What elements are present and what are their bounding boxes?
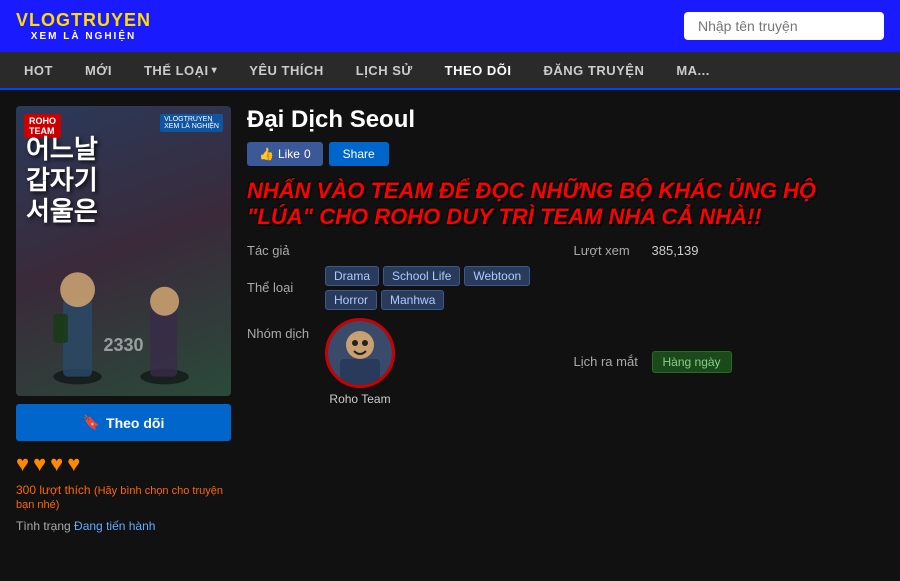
- like-count: 300 lượt thích (Hãy bình chọn cho truyện…: [16, 483, 231, 511]
- genre-manhwa[interactable]: Manhwa: [381, 290, 444, 310]
- group-avatar[interactable]: [325, 318, 395, 388]
- nav-favorites[interactable]: YÊU THÍCH: [233, 52, 340, 88]
- search-input[interactable]: [684, 12, 884, 40]
- follow-button[interactable]: 🔖 Theo dõi: [16, 404, 231, 441]
- heart-4: ♥: [67, 451, 80, 477]
- group-label: Nhóm dịch: [247, 318, 317, 341]
- group-avatar-inner: [328, 321, 392, 385]
- main-content: ROHOTEAM VLOGTRUYENXEM LÀ NGHIỆN 어느날갑자기서…: [0, 90, 900, 581]
- nav-new[interactable]: MỚI: [69, 52, 128, 88]
- nav-hot[interactable]: HOT: [8, 52, 69, 88]
- status-value: Đang tiến hành: [74, 519, 155, 533]
- heart-1: ♥: [16, 451, 29, 477]
- thumbs-up-icon: 👍: [259, 147, 274, 161]
- logo-text-sub: XEM LÀ NGHIỆN: [31, 31, 136, 42]
- like-button[interactable]: 👍 Like 0: [247, 142, 323, 166]
- cover-number: 2330: [103, 335, 143, 356]
- nav-upload[interactable]: ĐĂNG TRUYỆN: [528, 52, 661, 88]
- genre-webtoon[interactable]: Webtoon: [464, 266, 530, 286]
- nav-more[interactable]: MA...: [660, 52, 726, 88]
- release-label: Lịch ra mắt: [574, 354, 644, 369]
- share-button[interactable]: Share: [329, 142, 389, 166]
- bookmark-icon: 🔖: [83, 414, 100, 431]
- heart-2: ♥: [33, 451, 46, 477]
- views-row: Lượt xem 385,139: [574, 243, 885, 258]
- nav-follow[interactable]: THEO DÕI: [429, 52, 528, 88]
- navigation: HOT MỚI THỂ LOẠI ▾ YÊU THÍCH LỊCH SỬ THE…: [0, 52, 900, 90]
- logo-text-top: VLOGTRUYEN: [16, 10, 151, 31]
- genre-horror[interactable]: Horror: [325, 290, 377, 310]
- release-badge: Hàng ngày: [652, 351, 732, 373]
- nav-history[interactable]: LỊCH SỬ: [340, 52, 429, 88]
- genre-row: Thể loại Drama School Life Webtoon Horro…: [247, 266, 558, 310]
- author-label: Tác giả: [247, 243, 317, 258]
- cover-watermark: VLOGTRUYENXEM LÀ NGHIỆN: [160, 114, 223, 132]
- heart-3: ♥: [50, 451, 63, 477]
- details-grid: Tác giả Lượt xem 385,139 Thể loại Drama …: [247, 243, 884, 406]
- cover-title-kr: 어느날갑자기서울은: [26, 134, 98, 228]
- group-row: Nhóm dịch: [247, 318, 558, 406]
- left-panel: ROHOTEAM VLOGTRUYENXEM LÀ NGHIỆN 어느날갑자기서…: [16, 106, 231, 565]
- status-row: Tình trạng Đang tiến hành: [16, 519, 231, 533]
- genre-label: Thể loại: [247, 280, 317, 295]
- genre-school[interactable]: School Life: [383, 266, 460, 286]
- right-panel: Đại Dịch Seoul 👍 Like 0 Share NHẤN VÀO T…: [247, 106, 884, 565]
- group-info: Roho Team: [325, 318, 395, 406]
- site-logo[interactable]: VLOGTRUYEN XEM LÀ NGHIỆN: [16, 10, 151, 42]
- release-row: Lịch ra mắt Hàng ngày: [574, 318, 885, 406]
- views-label: Lượt xem: [574, 243, 644, 258]
- author-row: Tác giả: [247, 243, 558, 258]
- group-name: Roho Team: [329, 392, 390, 406]
- nav-genre[interactable]: THỂ LOẠI ▾: [128, 52, 233, 88]
- chevron-down-icon: ▾: [212, 65, 218, 76]
- hearts-container: ♥ ♥ ♥ ♥: [16, 451, 231, 477]
- genre-tags: Drama School Life Webtoon Horror Manhwa: [325, 266, 558, 310]
- views-value: 385,139: [652, 243, 699, 258]
- action-buttons: 👍 Like 0 Share: [247, 142, 884, 166]
- site-header: VLOGTRUYEN XEM LÀ NGHIỆN: [0, 0, 900, 52]
- manga-cover: ROHOTEAM VLOGTRUYENXEM LÀ NGHIỆN 어느날갑자기서…: [16, 106, 231, 396]
- promo-overlay: NHẤN VÀO TEAM ĐỂ ĐỌC NHỮNG BỘ KHÁC ỦNG H…: [247, 178, 884, 231]
- status-label: Tình trạng: [16, 519, 71, 533]
- genre-drama[interactable]: Drama: [325, 266, 379, 286]
- promo-text: NHẤN VÀO TEAM ĐỂ ĐỌC NHỮNG BỘ KHÁC ỦNG H…: [247, 178, 884, 231]
- manga-title: Đại Dịch Seoul: [247, 106, 884, 134]
